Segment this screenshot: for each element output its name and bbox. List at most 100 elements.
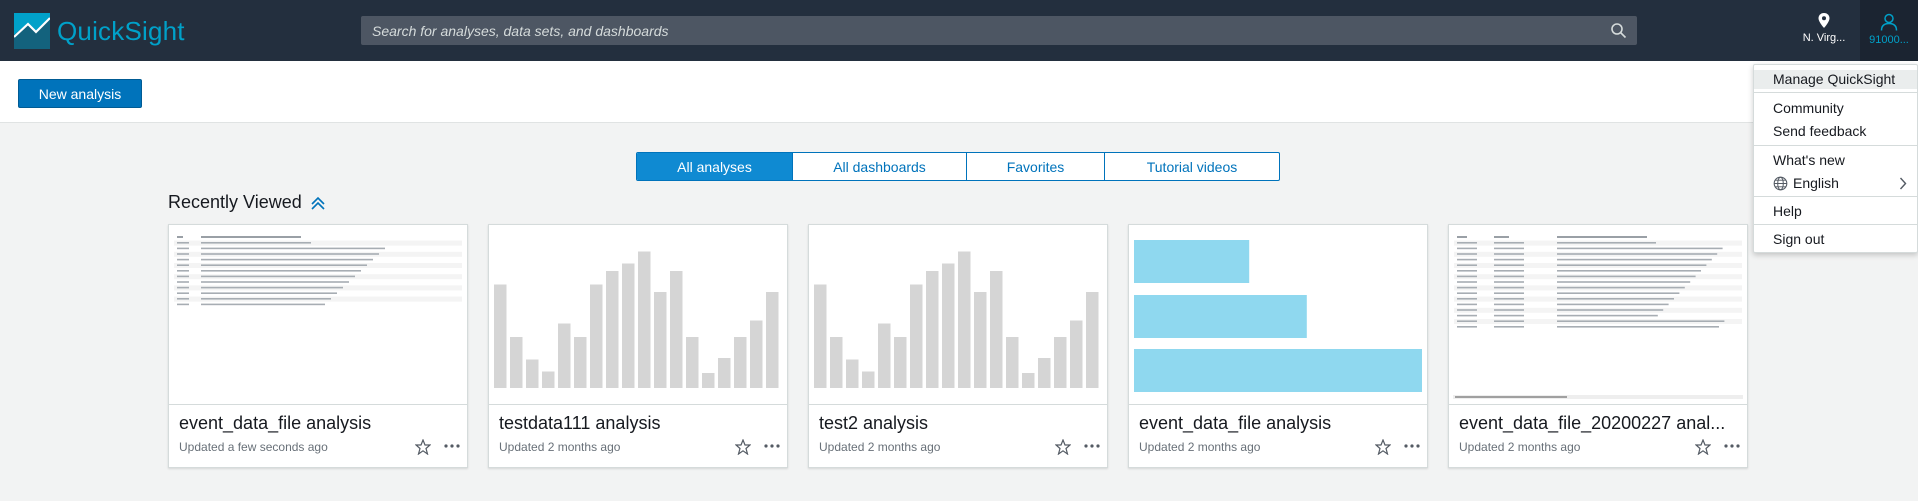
analysis-thumbnail[interactable] — [1129, 225, 1427, 405]
search-input[interactable] — [361, 16, 1637, 45]
chart-bar — [1086, 292, 1099, 388]
chart-bar — [734, 337, 747, 388]
tab-favorites[interactable]: Favorites — [967, 153, 1105, 180]
menu-item-help[interactable]: Help — [1754, 202, 1917, 221]
more-options-icon[interactable] — [443, 438, 461, 454]
tab-all-dashboards[interactable]: All dashboards — [793, 153, 967, 180]
section-title: Recently Viewed — [168, 192, 302, 212]
chart-bar — [510, 337, 523, 388]
collapse-chevron-icon[interactable] — [310, 196, 326, 210]
search-box[interactable] — [361, 16, 1637, 45]
favorite-star-icon[interactable] — [735, 439, 751, 455]
chart-bar — [862, 371, 875, 388]
menu-item-whats-new[interactable]: What's new — [1754, 151, 1917, 170]
updated-time: Updated 2 months ago — [1459, 440, 1581, 454]
horizontal-bar-thumbnail — [1134, 240, 1422, 392]
chart-bar — [590, 284, 603, 388]
chart-bar — [894, 337, 907, 388]
table-preview — [174, 236, 462, 306]
menu-item-sign-out[interactable]: Sign out — [1754, 230, 1917, 249]
bar-chart-thumbnail — [494, 251, 779, 388]
analysis-thumbnail[interactable] — [169, 225, 467, 405]
tab-all-analyses[interactable]: All analyses — [637, 153, 793, 180]
updated-time: Updated 2 months ago — [499, 440, 621, 454]
chart-bar — [654, 292, 667, 388]
chart-bar — [558, 323, 571, 388]
menu-item-manage-quicksight[interactable]: Manage QuickSight — [1754, 70, 1917, 89]
menu-divider — [1754, 224, 1917, 225]
analysis-name[interactable]: event_data_file analysis — [179, 413, 459, 434]
more-options-icon[interactable] — [1083, 438, 1101, 454]
chart-bar — [622, 263, 635, 388]
table-thumbnail — [174, 236, 462, 306]
region-selector[interactable]: N. Virg... — [1794, 12, 1854, 44]
favorite-star-icon[interactable] — [415, 439, 431, 455]
favorite-star-icon[interactable] — [1375, 439, 1391, 455]
chart-bar — [926, 271, 939, 388]
menu-item-send-feedback[interactable]: Send feedback — [1754, 122, 1917, 141]
favorite-star-icon[interactable] — [1695, 439, 1711, 455]
menu-divider — [1754, 92, 1917, 93]
chart-bar — [878, 323, 891, 388]
chart-bar — [494, 284, 507, 388]
language-label: English — [1793, 175, 1839, 191]
chart-bar — [606, 271, 619, 388]
chart-bar — [718, 358, 731, 388]
favorite-star-icon[interactable] — [1055, 439, 1071, 455]
user-dropdown-menu: Manage QuickSight Community Send feedbac… — [1753, 64, 1918, 253]
analysis-thumbnail[interactable] — [809, 225, 1107, 405]
new-analysis-button[interactable]: New analysis — [18, 79, 142, 108]
chart-bar — [766, 292, 779, 388]
analysis-card[interactable]: event_data_file analysis Updated 2 month… — [1128, 224, 1428, 468]
menu-divider — [1754, 196, 1917, 197]
action-bar: New analysis — [0, 61, 1918, 123]
globe-icon — [1773, 176, 1788, 191]
updated-time: Updated a few seconds ago — [179, 440, 328, 454]
user-menu-button[interactable]: 91000... — [1860, 0, 1918, 61]
chart-bar — [750, 320, 763, 388]
analysis-card[interactable]: event_data_file analysis Updated a few s… — [168, 224, 468, 468]
view-tabs: All analyses All dashboards Favorites Tu… — [636, 152, 1280, 181]
menu-item-language[interactable]: English — [1754, 174, 1917, 193]
chart-bar — [1134, 349, 1422, 392]
search-icon[interactable] — [1610, 22, 1627, 39]
analysis-name[interactable]: event_data_file analysis — [1139, 413, 1419, 434]
chart-bar — [830, 337, 843, 388]
chart-bar — [574, 337, 587, 388]
analysis-card[interactable]: testdata111 analysis Updated 2 months ag… — [488, 224, 788, 468]
chevron-right-icon — [1899, 177, 1907, 190]
analysis-name[interactable]: test2 analysis — [819, 413, 1099, 434]
quicksight-logo-icon — [14, 13, 50, 49]
analysis-card[interactable]: event_data_file_20200227 anal... Updated… — [1448, 224, 1748, 468]
chart-bar — [1134, 295, 1307, 338]
analysis-thumbnail[interactable] — [1449, 225, 1747, 405]
chart-bar — [1038, 358, 1051, 388]
menu-divider — [1754, 145, 1917, 146]
chart-bar — [1022, 373, 1035, 388]
menu-item-community[interactable]: Community — [1754, 99, 1917, 118]
recently-viewed-header: Recently Viewed — [168, 192, 326, 213]
updated-time: Updated 2 months ago — [819, 440, 941, 454]
quicksight-logo[interactable]: QuickSight — [14, 13, 185, 49]
chart-bar — [638, 251, 651, 388]
updated-time: Updated 2 months ago — [1139, 440, 1261, 454]
location-pin-icon — [1818, 13, 1830, 28]
chart-bar — [670, 271, 683, 388]
app-name: QuickSight — [57, 15, 185, 46]
user-account-label: 91000... — [1869, 34, 1909, 46]
top-nav-bar: QuickSight N. Virg... 91000... — [0, 0, 1918, 61]
tab-tutorial-videos[interactable]: Tutorial videos — [1105, 153, 1279, 180]
chart-bar — [958, 251, 971, 388]
chart-bar — [702, 373, 715, 388]
chart-bar — [1006, 337, 1019, 388]
chart-bar — [1134, 240, 1250, 283]
analysis-name[interactable]: event_data_file_20200227 anal... — [1459, 413, 1739, 434]
more-options-icon[interactable] — [763, 438, 781, 454]
more-options-icon[interactable] — [1723, 438, 1741, 454]
region-label: N. Virg... — [1802, 32, 1846, 44]
more-options-icon[interactable] — [1403, 438, 1421, 454]
analysis-card[interactable]: test2 analysis Updated 2 months ago — [808, 224, 1108, 468]
analysis-thumbnail[interactable] — [489, 225, 787, 405]
chart-bar — [974, 292, 987, 388]
analysis-name[interactable]: testdata111 analysis — [499, 413, 779, 434]
